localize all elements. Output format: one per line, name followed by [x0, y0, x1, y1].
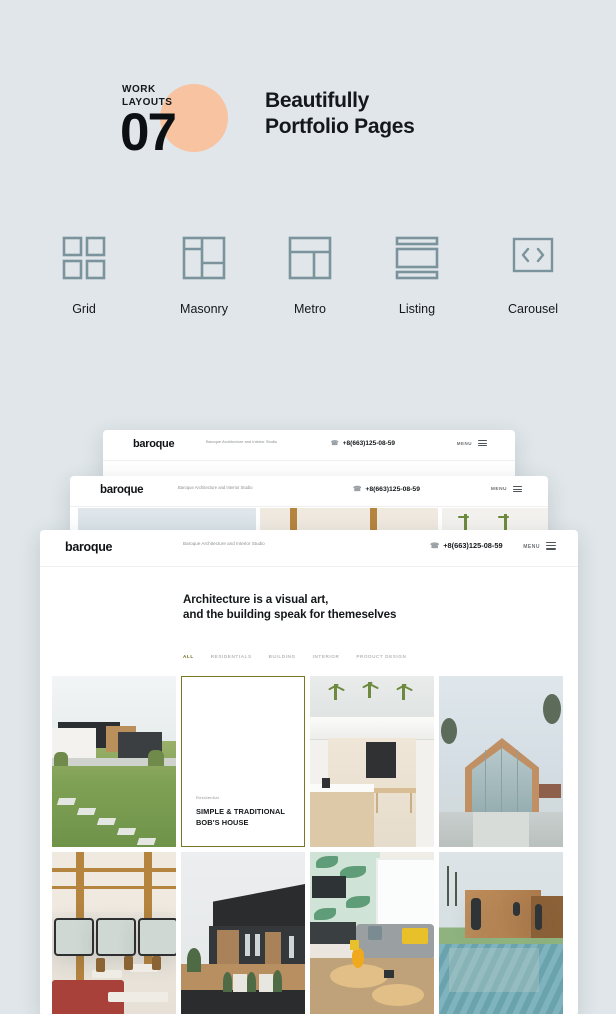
promo-page: WORK LAYOUTS 07 Beautifully Portfolio Pa… — [0, 0, 616, 1014]
layout-option-masonry[interactable]: Masonry — [149, 232, 259, 316]
phone-icon: ☎ — [352, 486, 362, 493]
site-phone-number: +8(663)125-08-59 — [365, 485, 420, 493]
hero-line-2: and the building speak for themeselves — [183, 608, 397, 621]
portfolio-column-2: Residential SIMPLE & TRADITIONAL BOB'S H… — [181, 676, 305, 1014]
badge-kicker-line1: WORK — [122, 84, 156, 95]
layout-option-listing[interactable]: Listing — [362, 232, 472, 316]
promo-title-line1: Beautifully — [265, 89, 370, 112]
hamburger-icon — [546, 542, 556, 552]
promo-title: Beautifully Portfolio Pages — [265, 88, 415, 140]
promo-title-line2: Portfolio Pages — [265, 115, 415, 138]
site-header: baroque Baroque Architecture and Interio… — [40, 530, 578, 567]
project-card-title: SIMPLE & TRADITIONAL BOB'S HOUSE — [196, 806, 285, 828]
site-menu-label: MENU — [456, 441, 472, 447]
hero-heading: Architecture is a visual art, and the bu… — [183, 592, 396, 622]
site-menu-label: MENU — [490, 487, 507, 493]
hovered-project-card[interactable]: Residential SIMPLE & TRADITIONAL BOB'S H… — [181, 676, 305, 847]
hero-line-1: Architecture is a visual art, — [183, 593, 329, 606]
filter-interior[interactable]: INTERIOR — [313, 654, 340, 659]
listing-layout-icon — [362, 232, 472, 284]
carousel-layout-icon — [478, 232, 588, 284]
living-room-interior-photo[interactable] — [310, 852, 434, 1014]
site-menu-button[interactable]: MENU — [523, 542, 556, 552]
site-phone[interactable]: ☎ +8(663)125-08-59 — [352, 485, 420, 494]
site-header: baroque Baroque Architecture and Interio… — [103, 430, 515, 461]
wooden-beam-cafe-photo[interactable] — [52, 852, 176, 1014]
layout-label-grid: Grid — [72, 302, 96, 316]
layout-label-carousel: Carousel — [507, 302, 559, 316]
layout-types-row: Grid Masonry Metro Listing Carousel — [0, 232, 616, 342]
promo-header: WORK LAYOUTS 07 Beautifully Portfolio Pa… — [0, 0, 616, 200]
modern-house-lawn-photo[interactable] — [52, 676, 176, 847]
site-phone[interactable]: ☎ +8(663)125-08-59 — [430, 541, 503, 550]
project-card-title-line1: SIMPLE & TRADITIONAL — [196, 807, 286, 816]
badge-number: 07 — [120, 103, 177, 162]
site-phone-number: +8(663)125-08-59 — [342, 439, 395, 447]
wooden-cube-pool-photo[interactable] — [439, 852, 563, 1014]
site-phone[interactable]: ☎ +8(663)125-08-59 — [330, 439, 395, 448]
portfolio-filter-bar: ALL RESIDENTIALS BUILDING INTERIOR PRODU… — [183, 654, 406, 659]
site-menu-button[interactable]: MENU — [457, 440, 487, 448]
filter-all[interactable]: ALL — [183, 654, 194, 659]
layout-label-metro: Metro — [294, 302, 326, 316]
work-layouts-badge: WORK LAYOUTS 07 — [120, 80, 262, 170]
site-logo: baroque — [100, 484, 144, 496]
hamburger-icon — [513, 486, 522, 494]
filter-building[interactable]: BUILDING — [269, 654, 296, 659]
grid-layout-icon — [29, 232, 139, 284]
layout-label-masonry: Masonry — [180, 302, 228, 316]
a-frame-glass-house-photo[interactable] — [439, 676, 563, 847]
site-menu-button[interactable]: MENU — [491, 486, 522, 494]
black-townhouse-photo[interactable] — [181, 852, 305, 1014]
layout-option-carousel[interactable]: Carousel — [478, 232, 588, 316]
site-header: baroque Baroque Architecture and Interio… — [70, 476, 548, 507]
site-logo: baroque — [65, 540, 113, 554]
project-card-title-line2: BOB'S HOUSE — [196, 818, 249, 827]
portfolio-column-3 — [310, 676, 434, 1014]
layout-option-metro[interactable]: Metro — [255, 232, 365, 316]
site-tagline: Baroque Architecture and Interior Studio — [206, 439, 278, 444]
site-menu-label: MENU — [523, 543, 540, 550]
masonry-layout-icon — [149, 232, 259, 284]
hamburger-icon — [478, 440, 487, 448]
site-tagline: Baroque Architecture and Interior Studio — [178, 485, 253, 490]
site-phone-number: +8(663)125-08-59 — [443, 541, 503, 550]
site-logo: baroque — [133, 438, 175, 450]
filter-product-design[interactable]: PRODUCT DESIGN — [356, 654, 406, 659]
white-terrace-kitchen-photo[interactable] — [310, 676, 434, 847]
phone-icon: ☎ — [330, 440, 339, 447]
phone-icon: ☎ — [430, 541, 440, 550]
layout-label-listing: Listing — [398, 302, 436, 316]
foreground-browser-window: baroque Baroque Architecture and Interio… — [40, 530, 578, 1014]
project-card-category: Residential — [196, 795, 220, 800]
filter-residentials[interactable]: RESIDENTIALS — [211, 654, 252, 659]
metro-layout-icon — [255, 232, 365, 284]
portfolio-column-4 — [439, 676, 563, 1014]
portfolio-grid: Residential SIMPLE & TRADITIONAL BOB'S H… — [52, 676, 566, 1014]
portfolio-column-1 — [52, 676, 176, 1014]
layout-option-grid[interactable]: Grid — [29, 232, 139, 316]
site-tagline: Baroque Architecture and Interior Studio — [183, 541, 265, 546]
